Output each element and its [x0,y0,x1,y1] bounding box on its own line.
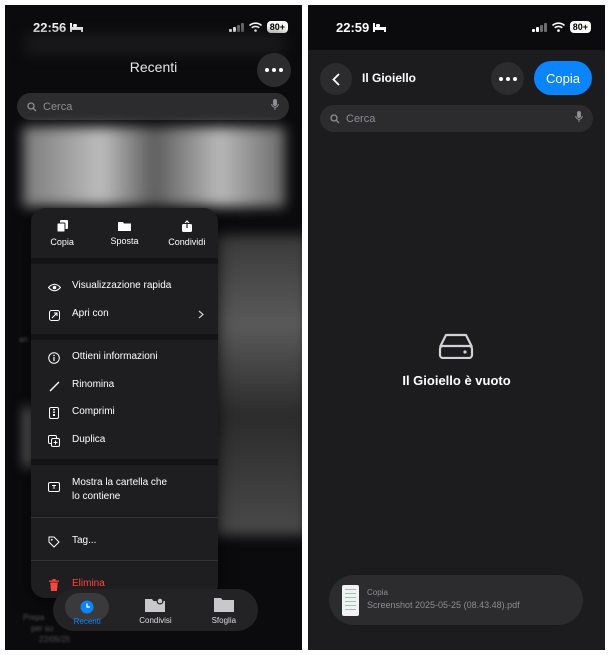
menu-item-compress[interactable]: Comprimi [31,406,218,420]
background-fragment-date: 22/05/25 [39,635,71,644]
tab-shared[interactable]: Condivisi [125,596,185,625]
signal-icon [228,22,244,32]
menu-divider [31,459,218,465]
menu-item-open-with[interactable]: Apri con [31,308,218,322]
status-time: 22:59 [336,20,370,35]
trash-icon [47,578,61,592]
right-screen: 22:59 80+ Il Gioiello Copia Cerca Il Gio… [308,5,605,650]
search-field[interactable]: Cerca [17,93,289,120]
pending-file-name: Screenshot 2025-05-25 (08.43.48).pdf [367,600,520,610]
bed-icon [70,23,84,32]
share-icon [181,219,192,232]
battery-indicator: 80+ [266,21,288,33]
more-icon-dot [498,76,503,81]
search-field[interactable]: Cerca [320,105,593,132]
info-icon [47,351,61,365]
menu-divider [31,334,218,340]
more-options-button[interactable] [257,53,291,87]
empty-state-message: Il Gioiello è vuoto [402,373,511,388]
menu-divider [31,560,218,561]
blurred-header-thumbs [25,33,285,55]
bed-icon [373,23,387,32]
status-bar: 22:59 80+ [308,5,605,50]
back-button[interactable] [320,63,352,95]
chevron-left-icon [332,72,340,86]
microphone-icon[interactable] [575,111,583,123]
microphone-icon[interactable] [271,99,279,111]
tag-icon [47,535,61,549]
drive-icon [438,333,474,359]
folder-icon [117,221,131,231]
search-placeholder: Cerca [346,112,376,125]
doc-copy-icon [56,219,68,232]
pencil-icon [47,379,61,393]
copy-button[interactable]: Copia [534,61,592,95]
search-icon [27,101,37,111]
shared-folder-icon [145,597,166,612]
open-with-icon [47,308,61,322]
menu-item-quick-look[interactable]: Visualizzazione rapida [31,280,218,294]
move-action[interactable]: Sposta [93,208,155,258]
battery-indicator: 80+ [569,21,591,33]
blurred-preview [213,235,302,535]
folder-icon [213,598,234,612]
menu-item-show-enclosing-folder[interactable]: Mostra la cartella che lo contiene [31,476,218,504]
show-folder-line-2: lo contiene [72,491,121,502]
share-action[interactable]: Condividi [156,208,218,258]
background-fragment-an: an [19,335,28,344]
blurred-file-thumbnail[interactable] [23,127,285,207]
menu-divider [31,517,218,518]
chevron-right-icon [198,310,204,319]
more-options-button[interactable] [491,62,524,95]
signal-icon [531,22,547,32]
background-fragment-per: per su [31,624,54,633]
pdf-thumbnail [342,585,359,616]
left-screen: 22:56 80+ Recenti Cerca an Prepa per su … [5,5,302,650]
search-placeholder: Cerca [43,100,73,113]
tab-browse[interactable]: Sfoglia [194,596,254,625]
archive-icon [47,406,61,420]
menu-item-duplicate[interactable]: Duplica [31,434,218,448]
duplicate-icon [47,434,61,448]
show-folder-line-1: Mostra la cartella che [72,477,168,488]
menu-quick-actions: Copia Sposta Condividi [31,208,218,264]
more-icon-dot [265,68,269,72]
background-fragment-prepa: Prepa [23,613,45,622]
wifi-icon [248,22,262,32]
menu-item-rename[interactable]: Rinomina [31,379,218,393]
clock-icon [80,600,94,613]
folder-show-icon [47,480,61,494]
tab-recents[interactable]: Recenti [57,592,117,626]
delete-label: Elimina [72,578,105,589]
wifi-icon [551,22,565,32]
page-title: Il Gioiello [362,71,417,85]
context-menu: Copia Sposta Condividi Visualizzazione r… [31,208,218,598]
eye-icon [47,280,61,294]
pending-file-bar[interactable]: Copia Screenshot 2025-05-25 (08.43.48).p… [329,575,583,625]
search-icon [330,113,340,123]
menu-item-tags[interactable]: Tag... [31,535,218,549]
pending-action-label: Copia [367,588,388,597]
copy-action[interactable]: Copia [31,208,93,258]
tab-bar: Recenti Condivisi Sfoglia [53,589,258,631]
menu-item-get-info[interactable]: Ottieni informazioni [31,351,218,365]
